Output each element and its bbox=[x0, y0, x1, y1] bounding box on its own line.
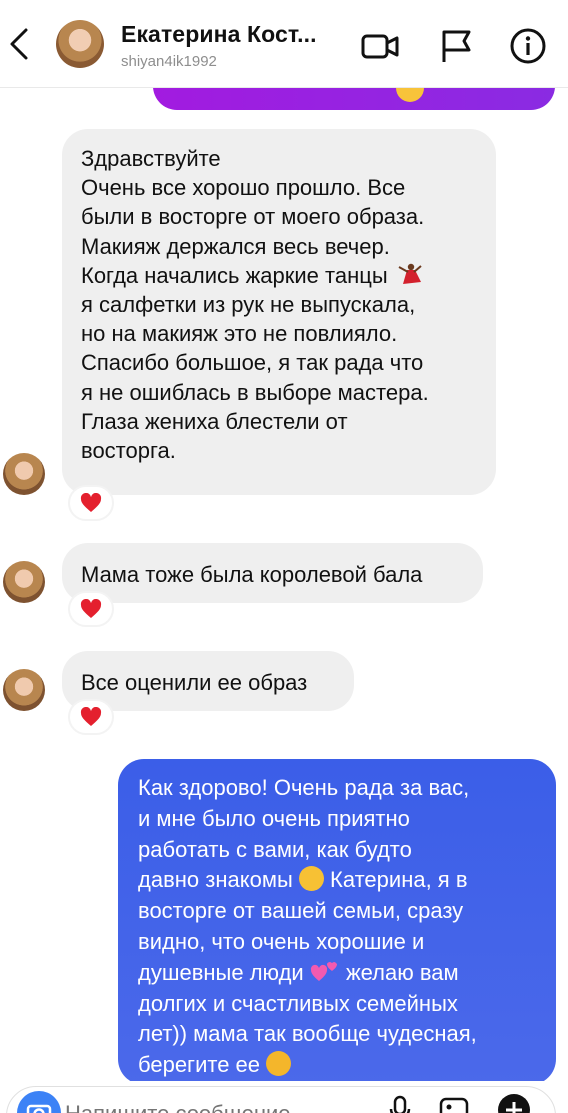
flag-icon[interactable] bbox=[437, 27, 477, 65]
video-camera-icon[interactable] bbox=[360, 27, 400, 65]
message-line: Когда начались жаркие танцы bbox=[81, 261, 478, 290]
message-text: Катерина, я в bbox=[330, 867, 468, 893]
message-line: Глаза жениха блестели от bbox=[81, 408, 348, 434]
message-line: долгих и счастливых семейных bbox=[138, 990, 458, 1016]
heart-reaction[interactable] bbox=[68, 591, 114, 627]
sent-message[interactable]: Как здорово! Очень рада за вас, и мне бы… bbox=[118, 759, 556, 1085]
message-line: Макияж держался весь вечер. bbox=[81, 233, 390, 259]
message-line: я не ошиблась в выборе мастера. bbox=[81, 379, 429, 405]
camera-button[interactable] bbox=[17, 1091, 61, 1113]
message-line: берегите ее bbox=[138, 1050, 546, 1081]
message-line: я салфетки из рук не выпускала, bbox=[81, 292, 416, 318]
heart-reaction[interactable] bbox=[68, 699, 114, 735]
heart-icon bbox=[80, 707, 102, 726]
heart-reaction[interactable] bbox=[68, 485, 114, 521]
smiling-face-emoji-icon bbox=[298, 866, 324, 892]
message-line: Как здорово! Очень рада за вас, bbox=[138, 775, 470, 800]
face-blowing-kiss-emoji-icon bbox=[266, 1051, 292, 1077]
message-text: желаю вам bbox=[345, 959, 459, 985]
message-composer bbox=[6, 1086, 556, 1113]
back-chevron-icon[interactable] bbox=[4, 22, 34, 66]
sender-avatar[interactable] bbox=[3, 669, 45, 711]
contact-name[interactable]: Екатерина Кост... bbox=[121, 21, 317, 48]
microphone-icon[interactable] bbox=[383, 1093, 417, 1113]
message-line: восторга. bbox=[81, 438, 176, 464]
sender-avatar[interactable] bbox=[3, 561, 45, 603]
received-message[interactable]: Здравствуйте Очень все хорошо прошло. Вс… bbox=[62, 129, 496, 495]
message-line: были в восторге от моего образа. bbox=[81, 204, 425, 230]
message-text: Когда начались жаркие танцы bbox=[81, 262, 388, 288]
sender-avatar[interactable] bbox=[3, 453, 45, 495]
message-text: берегите ее bbox=[138, 1052, 261, 1078]
camera-icon bbox=[26, 1104, 52, 1113]
message-line: душевные люди желаю вам bbox=[138, 958, 546, 989]
contact-avatar[interactable] bbox=[56, 20, 104, 68]
message-line: видно, что очень хорошие и bbox=[138, 928, 425, 954]
message-line: Очень все хорошо прошло. Все bbox=[81, 175, 406, 201]
message-text: давно знакомы bbox=[138, 867, 293, 893]
gallery-icon[interactable] bbox=[437, 1093, 471, 1113]
message-line: но на макияж это не повлияло. bbox=[81, 321, 398, 347]
message-line: работать с вами, как будто bbox=[138, 836, 412, 862]
info-icon[interactable] bbox=[508, 27, 548, 65]
heart-icon bbox=[80, 599, 102, 618]
message-line: лет)) мама так вообще чудесная, bbox=[138, 1021, 477, 1047]
message-line: и мне было очень приятно bbox=[138, 805, 410, 831]
chat-header: Екатерина Кост... shiyan4ik1992 bbox=[0, 0, 568, 88]
two-hearts-emoji-icon bbox=[310, 961, 337, 981]
contact-username[interactable]: shiyan4ik1992 bbox=[121, 53, 217, 70]
message-line: восторге от вашей семьи, сразу bbox=[138, 898, 464, 924]
message-text: душевные люди bbox=[138, 959, 304, 985]
message-input[interactable] bbox=[65, 1097, 365, 1113]
message-line: давно знакомы Катерина, я в bbox=[138, 865, 546, 896]
message-line: Здравствуйте bbox=[81, 146, 221, 171]
received-message[interactable]: Мама тоже была королевой бала bbox=[62, 543, 483, 603]
message-line: Спасибо большое, я так рада что bbox=[81, 350, 424, 376]
dancer-emoji-icon bbox=[398, 263, 422, 284]
add-icon[interactable] bbox=[497, 1093, 531, 1113]
heart-icon bbox=[80, 493, 102, 512]
